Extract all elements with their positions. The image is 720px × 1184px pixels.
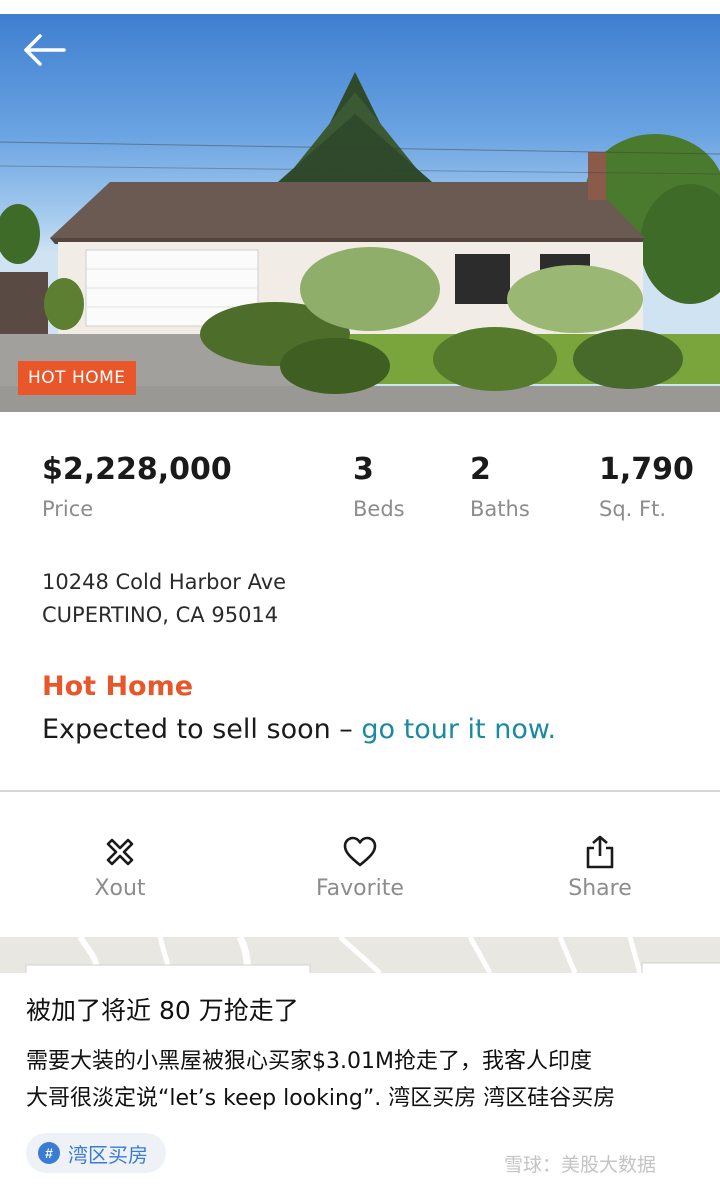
post-body: 需要大装的小黑屋被狠心买家$3.01M抢走了，我客人印度 大哥很淡定说“let’… <box>26 1043 706 1117</box>
beds-label: Beds <box>353 497 405 521</box>
address-line2: CUPERTINO, CA 95014 <box>42 603 279 627</box>
price-value: $2,228,000 <box>42 452 232 487</box>
heart-icon <box>343 836 377 867</box>
social-post: 被加了将近 80 万抢走了 需要大装的小黑屋被狠心买家$3.01M抢走了，我客人… <box>0 973 720 1184</box>
share-label: Share <box>568 876 632 901</box>
back-button[interactable] <box>22 32 72 72</box>
xout-button[interactable]: Xout <box>40 832 200 901</box>
sqft-value: 1,790 <box>599 452 694 487</box>
listing-address: 10248 Cold Harbor Ave CUPERTINO, CA 9501… <box>42 566 286 632</box>
share-icon <box>586 835 614 869</box>
favorite-label: Favorite <box>316 876 404 901</box>
favorite-button[interactable]: Favorite <box>280 832 440 901</box>
baths-stat: 2 Baths <box>470 452 530 521</box>
sqft-label: Sq. Ft. <box>599 497 666 521</box>
topic-tag-label: 湾区买房 <box>68 1142 148 1167</box>
share-button[interactable]: Share <box>520 832 680 901</box>
topic-tag[interactable]: # 湾区买房 <box>26 1133 166 1173</box>
beds-stat: 3 Beds <box>353 452 405 521</box>
listing-photo[interactable]: HOT HOME <box>0 14 720 412</box>
divider <box>0 790 720 792</box>
hot-home-title: Hot Home <box>42 671 194 702</box>
post-body-line: 需要大装的小黑屋被狠心买家$3.01M抢走了，我客人印度 <box>26 1049 592 1074</box>
house-illustration <box>0 72 720 412</box>
hot-home-badge: HOT HOME <box>18 361 136 395</box>
address-line1: 10248 Cold Harbor Ave <box>42 570 287 594</box>
status-bar <box>0 0 720 14</box>
arrow-left-icon <box>24 34 66 66</box>
x-out-icon <box>106 838 134 866</box>
price-label: Price <box>42 497 94 521</box>
price-stat: $2,228,000 Price <box>42 452 232 521</box>
beds-value: 3 <box>353 452 374 487</box>
xout-label: Xout <box>94 876 146 901</box>
map-preview[interactable] <box>0 937 720 973</box>
map-graphic <box>0 937 720 973</box>
sqft-stat: 1,790 Sq. Ft. <box>599 452 694 521</box>
hot-home-text: Expected to sell soon – <box>42 714 362 745</box>
baths-label: Baths <box>470 497 530 521</box>
post-body-line: 大哥很淡定说“let’s keep looking”. 湾区买房 湾区硅谷买房 <box>26 1086 616 1111</box>
watermark: 雪球：美股大数据 <box>504 1154 657 1176</box>
hashtag-icon: # <box>38 1142 60 1164</box>
post-title: 被加了将近 80 万抢走了 <box>26 996 299 1025</box>
hot-home-message: Expected to sell soon – go tour it now. <box>42 714 556 745</box>
listing-stats: $2,228,000 Price 3 Beds 2 Baths 1,790 Sq… <box>0 452 720 532</box>
tour-link[interactable]: go tour it now. <box>361 714 556 745</box>
baths-value: 2 <box>470 452 491 487</box>
